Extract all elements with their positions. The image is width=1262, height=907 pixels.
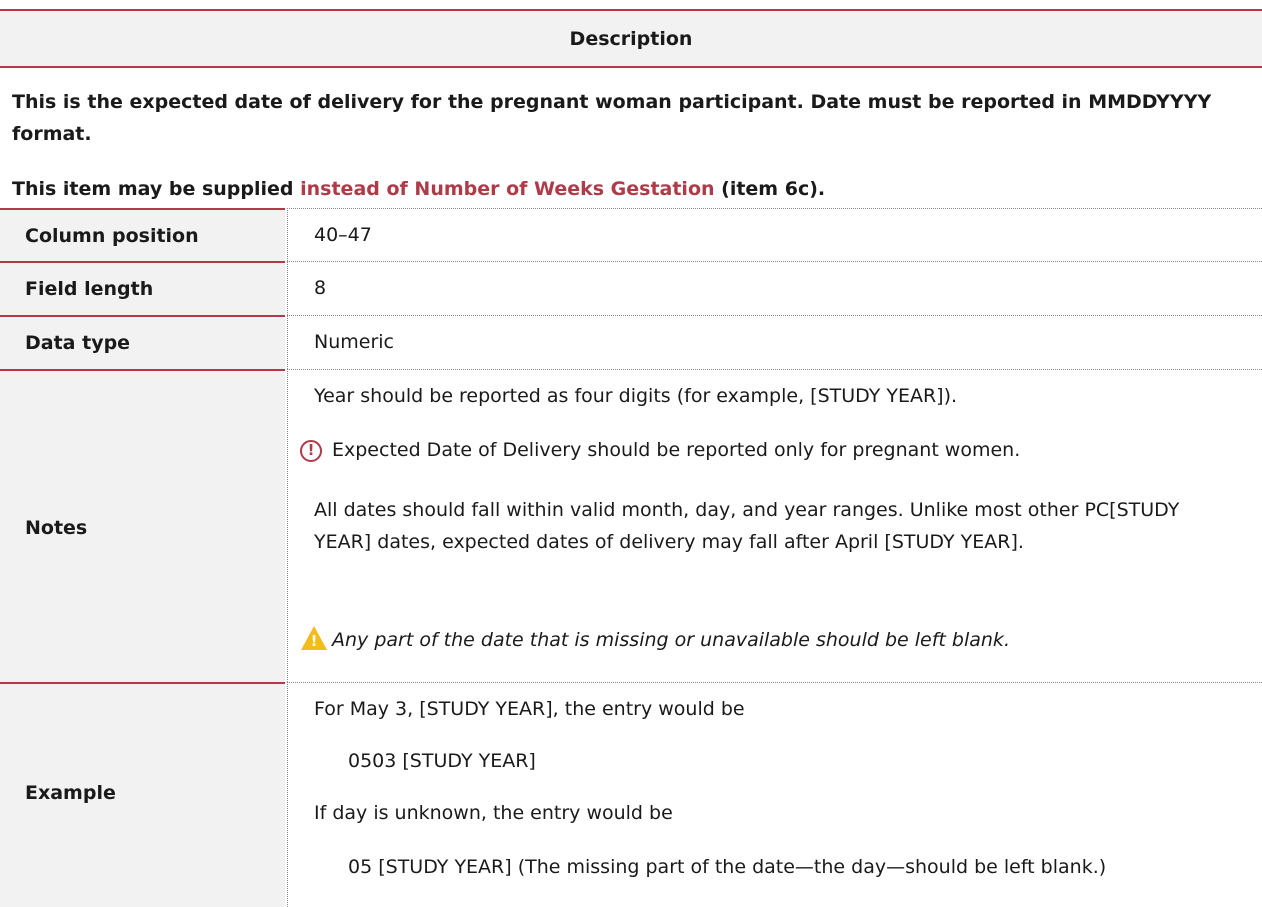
row-label: Column position [25,225,199,247]
row-value: 40–47 [314,224,372,246]
example-value-partial: 05 [STUDY YEAR] (The missing part of the… [348,856,1107,878]
note-missing-blank: Any part of the date that is missing or … [332,629,1010,651]
description-paragraph: This is the expected date of delivery fo… [12,91,1212,145]
row-data-type: Data type Numeric [0,315,1262,369]
row-label: Example [25,782,116,804]
alternative-text-prefix: This item may be supplied [12,178,301,200]
row-label: Data type [25,332,131,354]
row-notes: Notes Year should be reported as four di… [0,369,1262,682]
example-unknown-day-intro: If day is unknown, the entry would be [314,802,673,824]
label-cell: Field length [0,261,285,315]
value-cell: For May 3, [STUDY YEAR], the entry would… [287,682,1262,907]
value-cell: 8 [287,261,1262,315]
warning-exclamation-mark: ! [310,632,318,650]
data-element-page: Description This is the expected date of… [0,0,1262,907]
weeks-gestation-link[interactable]: instead of Number of Weeks Gestation [300,178,714,200]
row-label: Field length [25,278,154,300]
note-valid-ranges: All dates should fall within valid month… [314,499,1180,553]
row-example: Example For May 3, [STUDY YEAR], the ent… [0,682,1262,907]
example-value-full: 0503 [STUDY YEAR] [348,750,536,772]
alternative-text-suffix: (item 6c). [714,178,826,200]
label-cell: Example [0,682,285,907]
row-value: 8 [314,277,327,299]
value-cell: 40–47 [287,208,1262,261]
row-value: Numeric [314,331,394,353]
description-heading-text: Description [569,27,693,50]
description-paragraph-alternative: This item may be supplied instead of Num… [12,173,1252,205]
label-cell: Data type [0,315,285,369]
label-cell: Notes [0,369,285,682]
row-column-position: Column position 40–47 [0,208,1262,261]
value-cell: Numeric [287,315,1262,369]
row-label: Notes [25,517,88,539]
note-pregnant-women-only: Expected Date of Delivery should be repo… [332,439,1021,461]
value-cell: Year should be reported as four digits (… [287,369,1262,682]
label-cell: Column position [0,208,285,261]
description-heading: Description [0,9,1262,68]
note-year-digits: Year should be reported as four digits (… [314,385,958,407]
example-intro: For May 3, [STUDY YEAR], the entry would… [314,698,745,720]
row-field-length: Field length 8 [0,261,1262,315]
exclamation-circle-icon: ! [300,440,322,462]
